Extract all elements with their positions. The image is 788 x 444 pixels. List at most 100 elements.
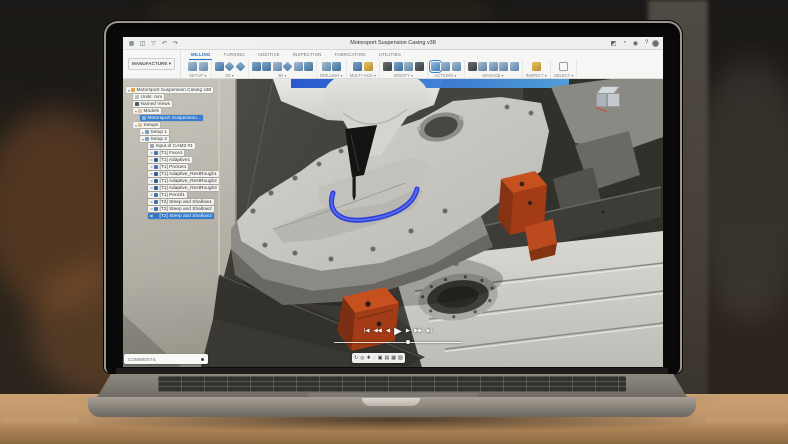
pan-icon[interactable]: ✚ [367, 356, 371, 361]
task-manager-icon[interactable] [489, 62, 498, 71]
grid-settings-icon[interactable]: ▦ [391, 356, 396, 361]
viewports-icon[interactable]: ▧ [398, 356, 403, 361]
group-multiaxis-label: MULTI-AXIS ▾ [350, 73, 376, 78]
play-button[interactable]: ▶ [394, 327, 402, 337]
browser-item[interactable]: ▾Setup 2 [140, 136, 219, 142]
2d-pocket-icon[interactable] [225, 62, 235, 72]
playback-track [334, 342, 462, 343]
extensions-icon[interactable]: ◩ [609, 39, 618, 48]
workspace-selector[interactable]: MANUFACTURE ▾ [123, 50, 181, 78]
display-settings-icon[interactable]: ▤ [385, 356, 390, 361]
browser-item[interactable]: ▾Models [133, 108, 219, 114]
browser-item[interactable]: Named Views [133, 101, 219, 107]
browser-item[interactable]: [T1] Face1 [148, 150, 219, 156]
templates-icon[interactable] [499, 62, 508, 71]
step-back-button[interactable]: ◀ [386, 329, 390, 335]
generate-icon[interactable] [468, 62, 477, 71]
edit-icon[interactable] [415, 62, 424, 71]
tab-milling[interactable]: MILLING [189, 52, 212, 60]
browser-item[interactable]: [T1] Pocket1 [148, 164, 219, 170]
tab-fabrication[interactable]: FABRICATION [333, 52, 368, 60]
adaptive-clearing-icon[interactable] [252, 62, 261, 71]
parallel-icon[interactable] [273, 62, 282, 71]
machine-library-icon[interactable] [478, 62, 487, 71]
skip-to-start-button[interactable]: |◀ [364, 329, 370, 335]
app-toolbar: MANUFACTURE ▾ MILLING TURNING ADDITIVE I… [123, 50, 663, 79]
job-status-icon[interactable]: ◔ [620, 39, 629, 48]
group-modify-label: MODIFY ▾ [394, 73, 413, 78]
browser-item[interactable]: [T1] Adaptive_RestRough2 [148, 178, 219, 184]
browser-item[interactable]: Input of CAM3 #1 [148, 143, 219, 149]
stock-icon[interactable] [199, 62, 208, 71]
2d-adaptive-icon[interactable] [215, 62, 224, 71]
browser-item[interactable]: [T1] Adaptive1 [148, 157, 219, 163]
laptop: ▦ ◫ ▽ ↶ ↷ Motorsport Suspension Casing v… [86, 18, 698, 426]
fixture-icon[interactable] [404, 62, 413, 71]
group-modify: MODIFY ▾ [380, 60, 428, 79]
tab-turning[interactable]: TURNING [221, 52, 246, 60]
tool-library-icon[interactable] [383, 62, 392, 71]
simulate-icon[interactable] [431, 62, 440, 71]
browser-item[interactable]: ▸Setup 1 [140, 129, 219, 135]
next-operation-button[interactable]: ▶▶ [414, 329, 422, 335]
step-forward-button[interactable]: ▶ [406, 329, 410, 335]
tab-utilities[interactable]: UTILITIES [377, 52, 403, 60]
browser-item[interactable]: ▾Setups [133, 122, 219, 128]
file-menu-icon[interactable]: ◫ [138, 39, 147, 48]
browser-item[interactable]: [T2] Steep and Shallow1 [148, 199, 219, 205]
help-icon[interactable]: ? [642, 39, 651, 48]
window-select-icon[interactable] [559, 62, 568, 71]
browser-item[interactable]: [T2] Steep and Shallow2 [148, 206, 219, 212]
new-setup-icon[interactable] [188, 62, 197, 71]
browser-item[interactable]: Units: mm [133, 94, 219, 100]
playback-timeline-slider[interactable] [334, 340, 462, 344]
tab-additive[interactable]: ADDITIVE [256, 52, 282, 60]
measure-icon[interactable] [532, 62, 541, 71]
notifications-icon[interactable]: ◉ [631, 39, 640, 48]
viewport-navigation-bar: ↻ ◎ ✚ ◌ ▣ ▤ ▦ ▧ [352, 353, 405, 363]
app-titlebar: ▦ ◫ ▽ ↶ ↷ Motorsport Suspension Casing v… [123, 37, 663, 50]
zoom-icon[interactable]: ◌ [373, 356, 376, 361]
group-inspect: INSPECT ▾ [523, 60, 551, 79]
bore-icon[interactable] [332, 62, 341, 71]
comments-expand-icon[interactable] [201, 358, 204, 361]
view-cube-left-face[interactable] [596, 93, 607, 107]
look-at-icon[interactable]: ◎ [360, 356, 364, 361]
redo-icon[interactable]: ↷ [171, 39, 180, 48]
browser-item[interactable]: ▾Motorsport Suspension Casing v38 [126, 87, 219, 93]
drill-icon[interactable] [322, 62, 331, 71]
browser-item[interactable]: [T1] Adaptive_RestRough1 [148, 171, 219, 177]
undo-icon[interactable]: ↶ [160, 39, 169, 48]
post-process-icon[interactable] [441, 62, 450, 71]
browser-item[interactable]: [T1] Adaptive_RestRough3 [148, 185, 219, 191]
skip-to-end-button[interactable]: ▶| [427, 329, 433, 335]
group-manage-label: MANAGE ▾ [482, 73, 503, 78]
browser-item[interactable]: [T1] Pencil1 [148, 192, 219, 198]
laptop-keyboard [158, 376, 626, 392]
browser-item[interactable]: [T2] Steep and Shallow3 [148, 213, 219, 219]
view-cube[interactable] [595, 85, 623, 113]
delete-toolpath-icon[interactable] [394, 62, 403, 71]
group-actions: ACTIONS ▾ [428, 60, 465, 79]
3d-viewport[interactable]: ▾Motorsport Suspension Casing v38 Units:… [123, 79, 663, 367]
setup-sheet-icon[interactable] [452, 62, 461, 71]
ramp-icon[interactable] [304, 62, 313, 71]
comments-bar[interactable]: COMMENTS [124, 354, 208, 364]
swarf-icon[interactable] [353, 62, 362, 71]
compare-icon[interactable] [510, 62, 519, 71]
contour-icon[interactable] [294, 62, 303, 71]
pocket-clearing-icon[interactable] [262, 62, 271, 71]
view-cube-right-face[interactable] [607, 93, 620, 107]
browser-item[interactable]: Motorsport Suspension... [140, 115, 219, 121]
previous-operation-button[interactable]: ◀◀ [373, 329, 381, 335]
fit-icon[interactable]: ▣ [378, 356, 383, 361]
scallop-icon[interactable] [283, 62, 293, 72]
profile-avatar[interactable] [652, 40, 659, 47]
data-panel-icon[interactable]: ▦ [127, 39, 136, 48]
multiaxis-contour-icon[interactable] [364, 62, 373, 71]
2d-contour-icon[interactable] [235, 62, 245, 72]
tab-inspection[interactable]: INSPECTION [291, 52, 324, 60]
orbit-icon[interactable]: ↻ [354, 356, 358, 361]
playback-progress-dot[interactable] [406, 340, 410, 344]
save-icon[interactable]: ▽ [149, 39, 158, 48]
